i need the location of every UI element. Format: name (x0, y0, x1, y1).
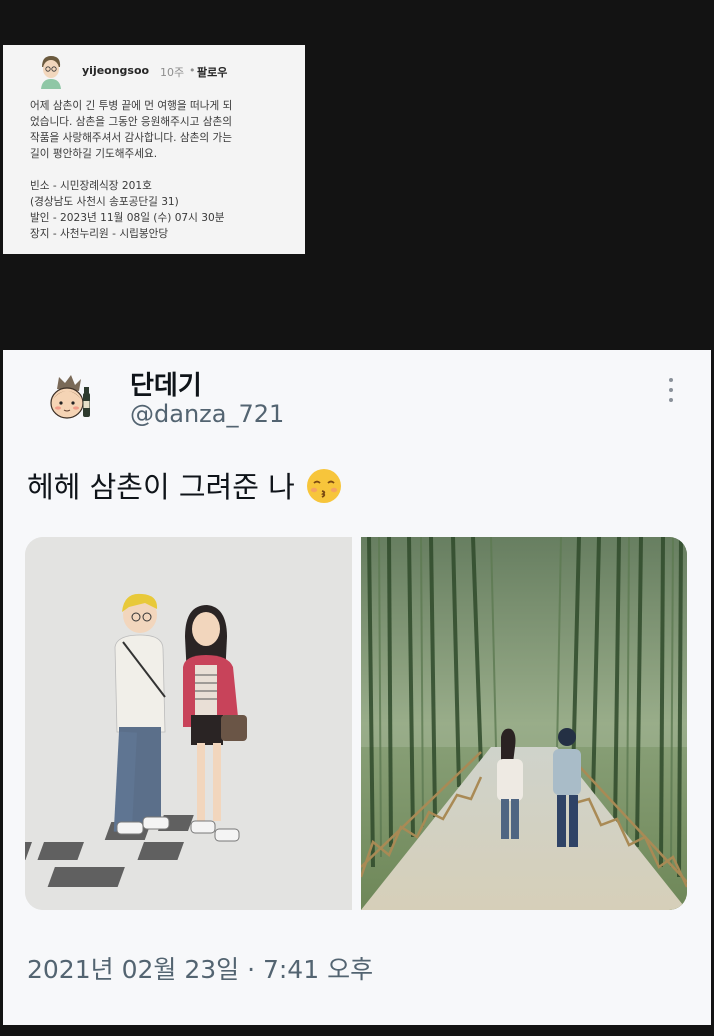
comment-body: 어제 삼촌이 긴 투병 끝에 먼 여행을 떠나게 되 었습니다. 삼촌을 그동안… (30, 98, 302, 242)
comment-line: 작품을 사랑해주셔서 감사합니다. 삼촌의 가는 (30, 132, 233, 144)
comment-header: yijeongsoo 10주 • 팔로우 (36, 53, 296, 89)
funeral-hall-line: 빈소 - 시민장례식장 201호 (30, 180, 152, 192)
tweet-image-left[interactable] (25, 537, 352, 910)
display-name[interactable]: 단데기 (130, 365, 202, 402)
burial-line: 장지 - 사천누리원 - 시립봉안당 (30, 228, 169, 240)
tweet-timestamp[interactable]: 2021년 02월 23일 · 7:41 오후 (27, 950, 373, 986)
separator-dot: • (189, 64, 196, 77)
more-options-icon[interactable] (661, 378, 681, 406)
user-avatar-icon[interactable] (36, 53, 66, 89)
tweet-text-row: 헤헤 삼촌이 그려준 나 (27, 464, 342, 507)
follow-button[interactable]: 팔로우 (197, 64, 227, 80)
comment-username[interactable]: yijeongsoo (82, 64, 149, 77)
kissing-face-closed-eyes-icon (307, 469, 341, 503)
comment-time: 10주 (160, 66, 185, 79)
departure-line: 발인 - 2023년 11월 08일 (수) 07시 30분 (30, 212, 225, 224)
profile-avatar-icon[interactable] (45, 369, 93, 423)
tweet-image-right[interactable] (361, 537, 687, 910)
comment-line: 어제 삼촌이 긴 투병 끝에 먼 여행을 떠나게 되 (30, 100, 233, 112)
comment-line: 길이 평안하길 기도해주세요. (30, 148, 158, 160)
tweet-media (25, 537, 687, 910)
comment-card: yijeongsoo 10주 • 팔로우 어제 삼촌이 긴 투병 끝에 먼 여행… (3, 45, 305, 254)
comment-line: 었습니다. 삼촌을 그동안 응원해주시고 삼촌의 (30, 116, 233, 128)
tweet-text: 헤헤 삼촌이 그려준 나 (27, 470, 295, 504)
user-handle[interactable]: @danza_721 (130, 400, 284, 428)
address-line: (경상남도 사천시 송포공단길 31) (30, 196, 179, 208)
tweet-card: 단데기 @danza_721 헤헤 삼촌이 그려준 나 2021년 02월 23… (3, 350, 711, 1025)
